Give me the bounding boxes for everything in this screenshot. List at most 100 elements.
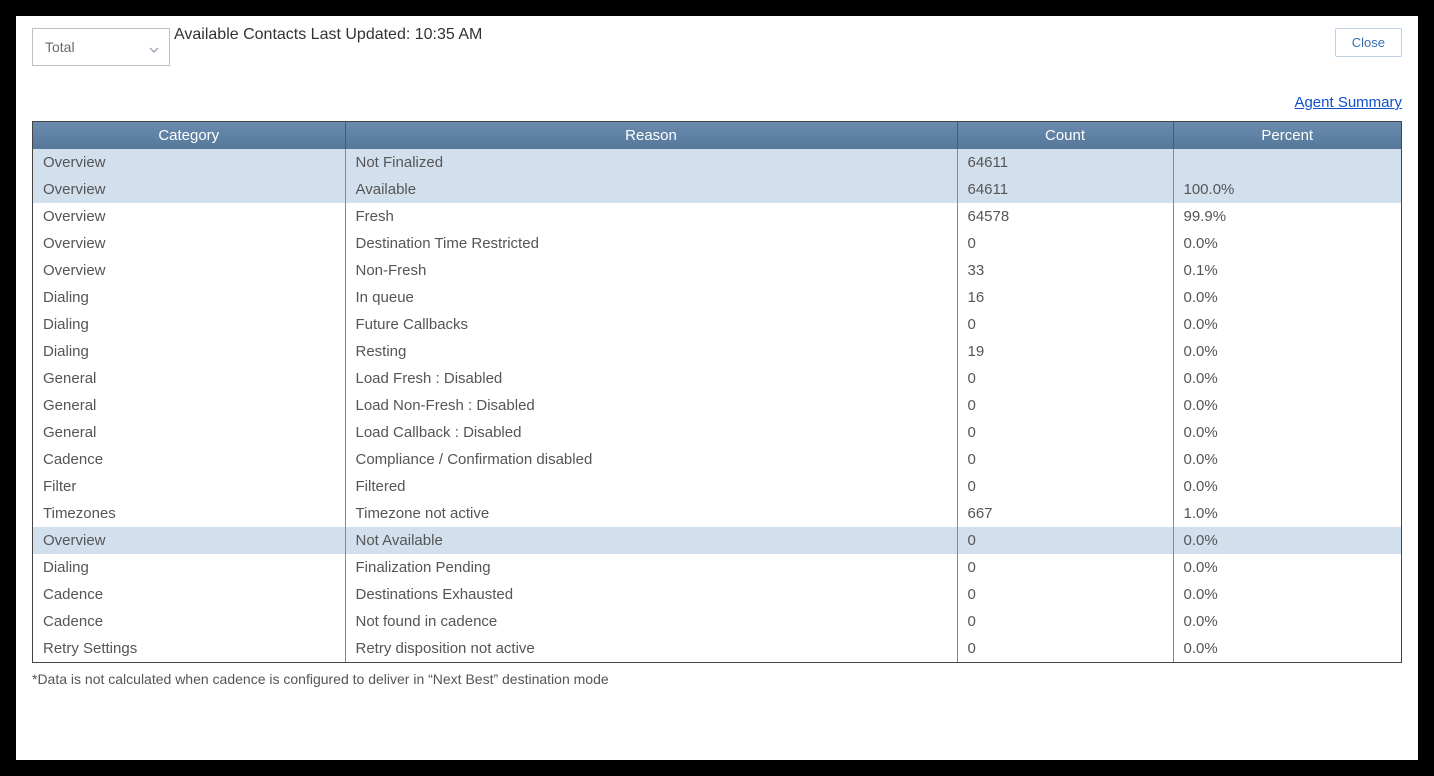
table-row: CadenceDestinations Exhausted00.0% (33, 581, 1401, 608)
cell-reason: Available (345, 176, 957, 203)
cell-count: 0 (957, 554, 1173, 581)
cell-percent: 0.0% (1173, 527, 1401, 554)
cell-count: 64611 (957, 149, 1173, 176)
cell-category: Retry Settings (33, 635, 345, 662)
cell-percent (1173, 149, 1401, 176)
cell-count: 0 (957, 365, 1173, 392)
cell-reason: Timezone not active (345, 500, 957, 527)
table-row: GeneralLoad Callback : Disabled00.0% (33, 419, 1401, 446)
table-body: OverviewNot Finalized64611OverviewAvaila… (33, 149, 1401, 662)
cell-count: 0 (957, 446, 1173, 473)
cell-reason: Filtered (345, 473, 957, 500)
cell-reason: Retry disposition not active (345, 635, 957, 662)
cell-category: Timezones (33, 500, 345, 527)
cell-category: General (33, 392, 345, 419)
table-row: OverviewFresh6457899.9% (33, 203, 1401, 230)
cell-count: 0 (957, 527, 1173, 554)
cell-count: 64611 (957, 176, 1173, 203)
cell-reason: Not found in cadence (345, 608, 957, 635)
table-row: Retry SettingsRetry disposition not acti… (33, 635, 1401, 662)
cell-reason: Destinations Exhausted (345, 581, 957, 608)
table-row: GeneralLoad Non-Fresh : Disabled00.0% (33, 392, 1401, 419)
agent-summary-link[interactable]: Agent Summary (1294, 94, 1402, 111)
cell-category: Dialing (33, 554, 345, 581)
table-row: OverviewDestination Time Restricted00.0% (33, 230, 1401, 257)
cell-category: Overview (33, 230, 345, 257)
cell-category: General (33, 419, 345, 446)
cell-count: 0 (957, 230, 1173, 257)
cell-percent: 0.0% (1173, 419, 1401, 446)
top-left: Total Available Contacts Last Updated: 1… (32, 28, 482, 66)
cell-category: Overview (33, 176, 345, 203)
cell-category: Cadence (33, 446, 345, 473)
footnote: *Data is not calculated when cadence is … (32, 671, 1402, 687)
scope-dropdown[interactable]: Total (32, 28, 170, 66)
cell-count: 64578 (957, 203, 1173, 230)
table-row: DialingIn queue160.0% (33, 284, 1401, 311)
table-row: FilterFiltered00.0% (33, 473, 1401, 500)
cell-percent: 0.0% (1173, 581, 1401, 608)
chevron-down-icon (149, 42, 159, 52)
link-row: Agent Summary (32, 94, 1402, 111)
contacts-table-wrap: Category Reason Count Percent OverviewNo… (32, 121, 1402, 663)
cell-reason: Load Non-Fresh : Disabled (345, 392, 957, 419)
col-header-count[interactable]: Count (957, 122, 1173, 149)
cell-reason: Load Callback : Disabled (345, 419, 957, 446)
cell-category: Cadence (33, 581, 345, 608)
table-row: OverviewNot Finalized64611 (33, 149, 1401, 176)
cell-category: General (33, 365, 345, 392)
top-bar: Total Available Contacts Last Updated: 1… (32, 28, 1402, 66)
cell-percent: 99.9% (1173, 203, 1401, 230)
table-row: DialingResting190.0% (33, 338, 1401, 365)
cell-count: 0 (957, 311, 1173, 338)
table-row: TimezonesTimezone not active6671.0% (33, 500, 1401, 527)
cell-percent: 0.0% (1173, 230, 1401, 257)
table-row: GeneralLoad Fresh : Disabled00.0% (33, 365, 1401, 392)
table-row: DialingFuture Callbacks00.0% (33, 311, 1401, 338)
cell-reason: Compliance / Confirmation disabled (345, 446, 957, 473)
last-updated-label: Available Contacts Last Updated: 10:35 A… (174, 26, 482, 44)
cell-percent: 0.0% (1173, 392, 1401, 419)
cell-reason: Future Callbacks (345, 311, 957, 338)
close-button[interactable]: Close (1335, 28, 1402, 57)
cell-category: Overview (33, 257, 345, 284)
cell-category: Dialing (33, 284, 345, 311)
cell-category: Filter (33, 473, 345, 500)
cell-reason: Not Available (345, 527, 957, 554)
cell-reason: Resting (345, 338, 957, 365)
cell-count: 0 (957, 473, 1173, 500)
cell-percent: 0.0% (1173, 554, 1401, 581)
cell-category: Overview (33, 203, 345, 230)
table-row: OverviewAvailable64611100.0% (33, 176, 1401, 203)
dialog-panel: Total Available Contacts Last Updated: 1… (16, 16, 1418, 760)
cell-percent: 0.0% (1173, 284, 1401, 311)
cell-count: 16 (957, 284, 1173, 311)
cell-percent: 0.0% (1173, 635, 1401, 662)
cell-percent: 1.0% (1173, 500, 1401, 527)
cell-category: Dialing (33, 338, 345, 365)
cell-count: 33 (957, 257, 1173, 284)
cell-category: Cadence (33, 608, 345, 635)
cell-reason: In queue (345, 284, 957, 311)
cell-percent: 0.0% (1173, 365, 1401, 392)
contacts-table: Category Reason Count Percent OverviewNo… (33, 122, 1401, 662)
cell-reason: Load Fresh : Disabled (345, 365, 957, 392)
col-header-percent[interactable]: Percent (1173, 122, 1401, 149)
cell-percent: 0.0% (1173, 311, 1401, 338)
cell-reason: Destination Time Restricted (345, 230, 957, 257)
table-row: CadenceCompliance / Confirmation disable… (33, 446, 1401, 473)
cell-count: 0 (957, 581, 1173, 608)
cell-category: Overview (33, 149, 345, 176)
cell-count: 19 (957, 338, 1173, 365)
table-row: CadenceNot found in cadence00.0% (33, 608, 1401, 635)
table-row: DialingFinalization Pending00.0% (33, 554, 1401, 581)
cell-percent: 0.1% (1173, 257, 1401, 284)
col-header-reason[interactable]: Reason (345, 122, 957, 149)
cell-count: 0 (957, 635, 1173, 662)
col-header-category[interactable]: Category (33, 122, 345, 149)
cell-percent: 0.0% (1173, 608, 1401, 635)
cell-reason: Fresh (345, 203, 957, 230)
cell-percent: 100.0% (1173, 176, 1401, 203)
cell-count: 0 (957, 608, 1173, 635)
cell-reason: Finalization Pending (345, 554, 957, 581)
